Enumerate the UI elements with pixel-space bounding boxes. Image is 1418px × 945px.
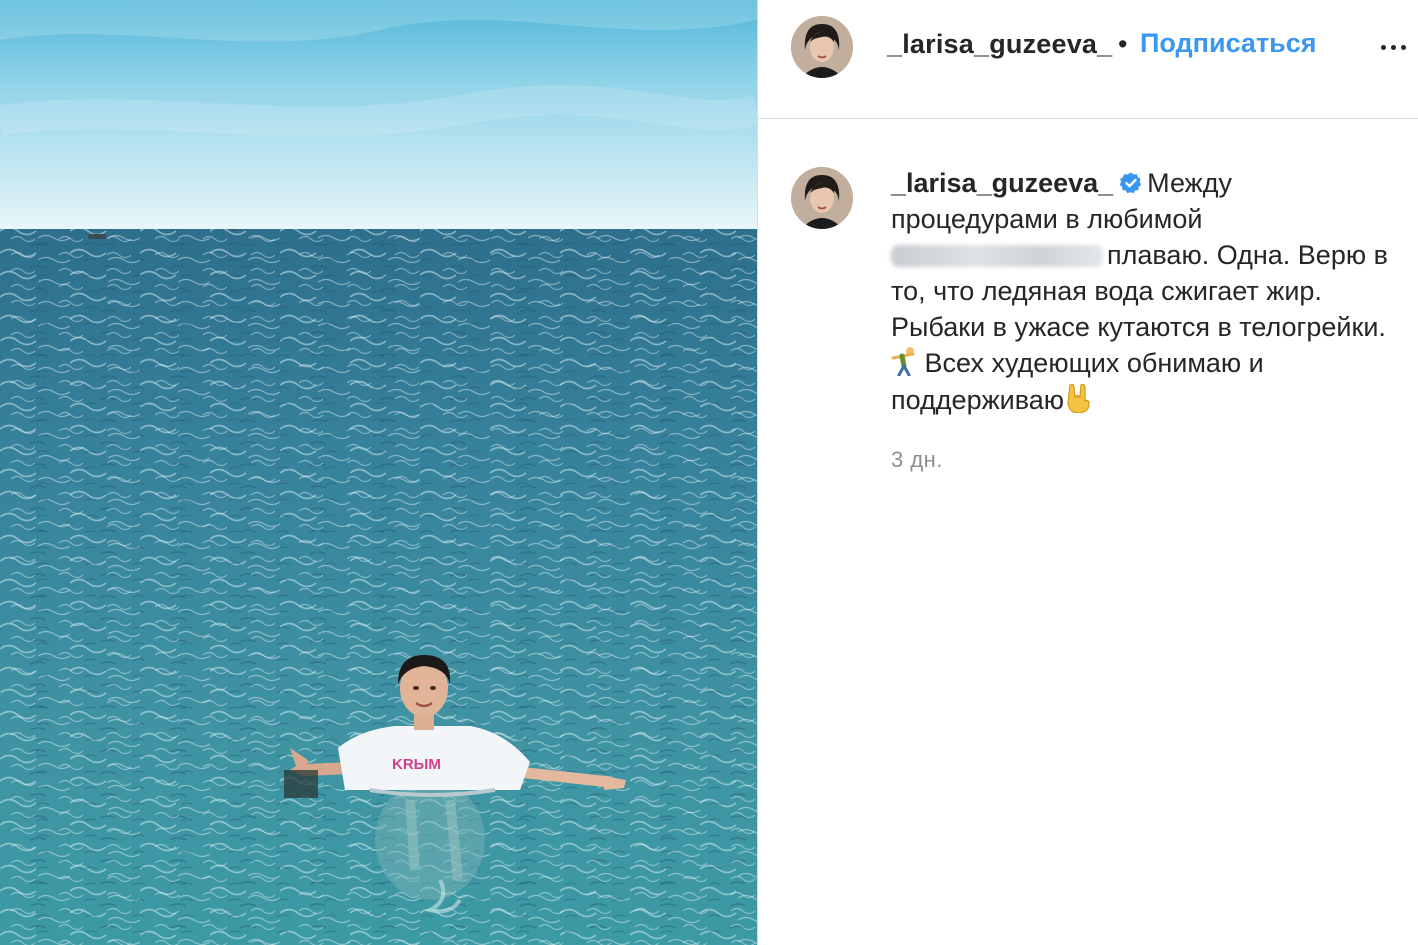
avatar-portrait [791,16,853,78]
sea-swimming-photo: KRЫM [0,0,757,945]
verified-badge-icon [1119,172,1142,194]
blurred-text [891,245,1103,267]
follow-button[interactable]: Подписаться [1140,28,1317,59]
author-username[interactable]: _larisa_guzeeva_ [887,29,1112,60]
separator-dot: • [1118,29,1128,59]
cartwheel-emoji [891,347,915,376]
caption-avatar[interactable] [791,167,853,229]
post-sidebar: _larisa_guzeeva_ • Подписаться _larisa_g… [757,0,1418,945]
avatar-portrait [791,167,853,229]
caption-text: _larisa_guzeeva_ Между процедурами в люб… [891,165,1391,418]
post-timestamp[interactable]: 3 дн. [891,447,943,473]
caption-username[interactable]: _larisa_guzeeva_ [891,168,1113,198]
more-horizontal-icon[interactable] [1376,30,1412,60]
horns-hand-emoji [1067,383,1090,413]
post-header: _larisa_guzeeva_ • Подписаться [758,0,1418,119]
post-photo[interactable]: KRЫM [0,0,757,945]
instagram-post: KRЫM _larisa_guzeeva_ • Подписаться _lar… [0,0,1418,945]
author-avatar[interactable] [791,16,853,78]
shirt-print: KRЫM [392,756,441,773]
